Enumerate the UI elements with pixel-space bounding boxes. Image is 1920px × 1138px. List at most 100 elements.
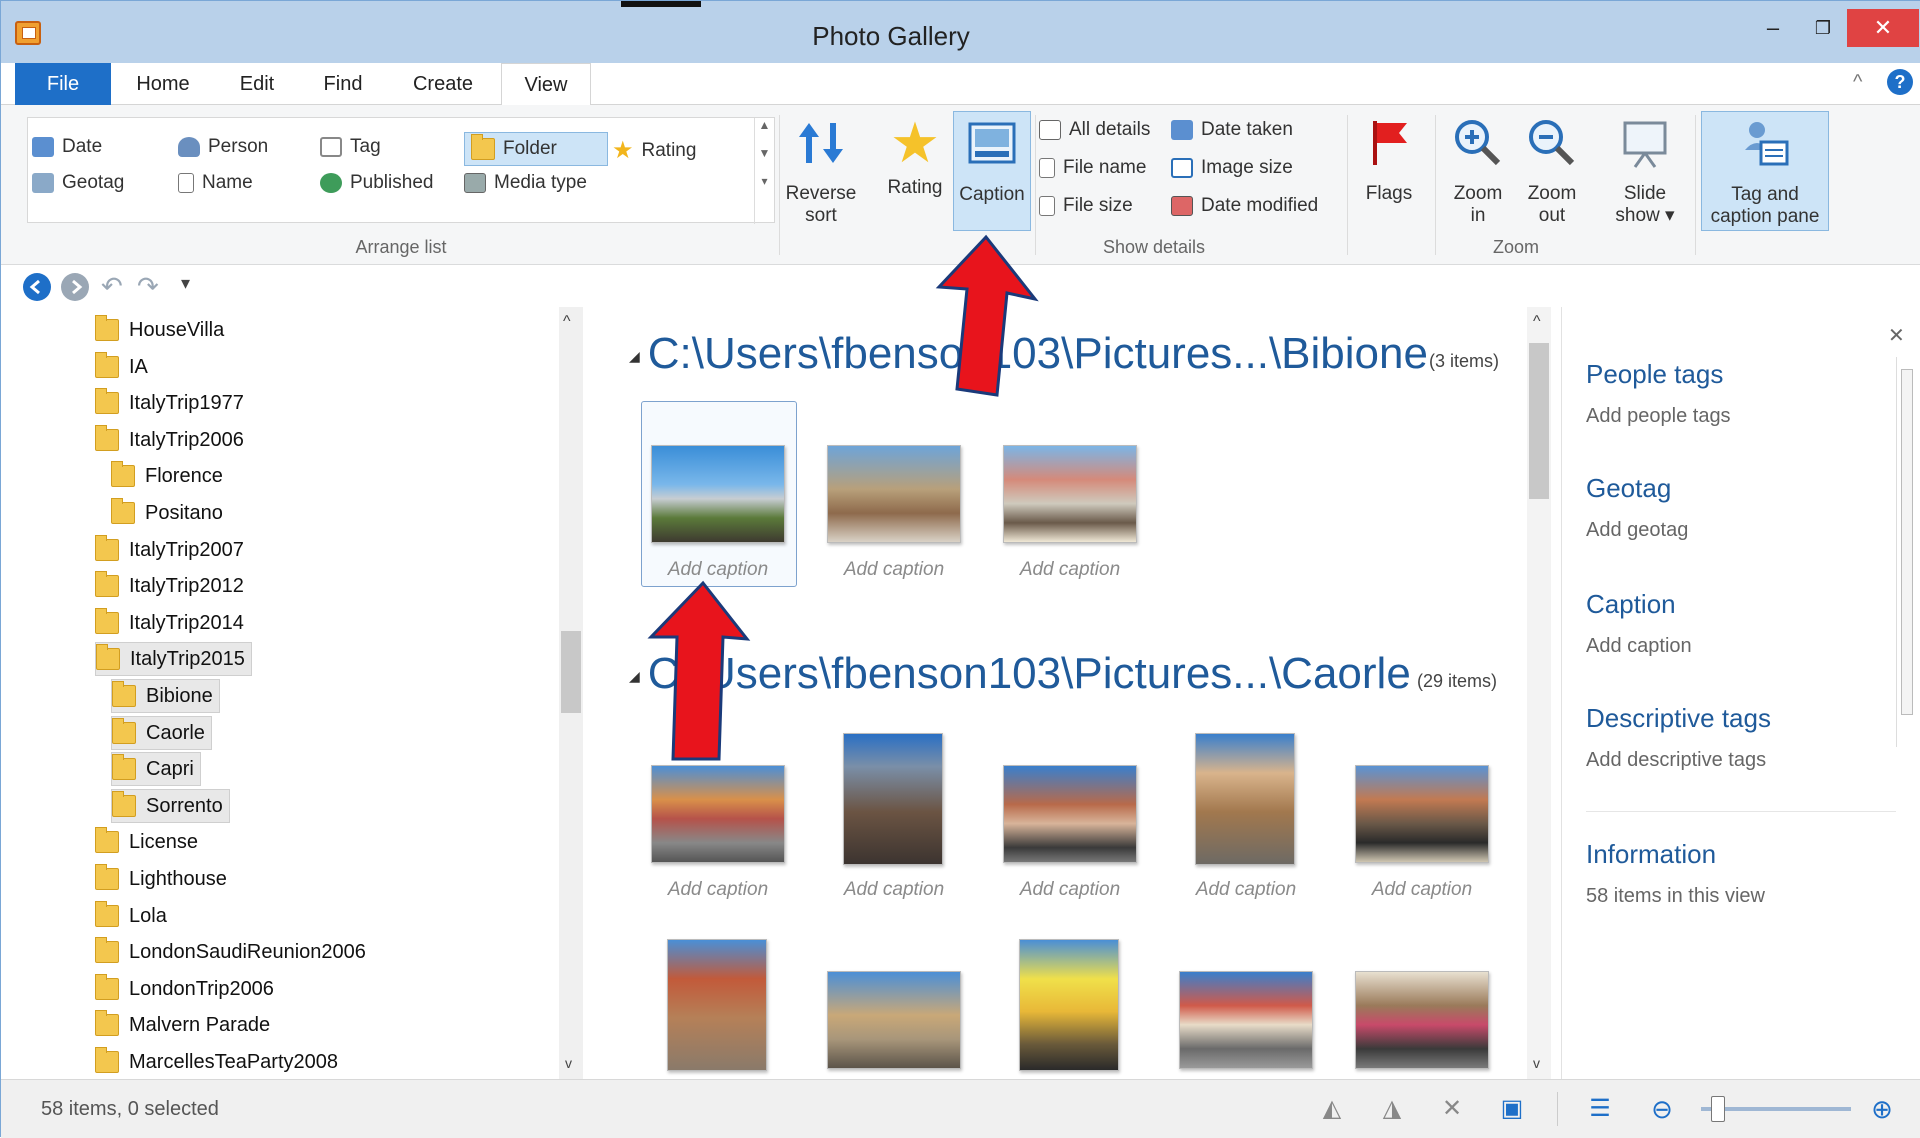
folder-item[interactable]: ItalyTrip2014: [95, 606, 250, 640]
pane-close-icon[interactable]: ✕: [1888, 323, 1905, 348]
collapse-triangle-icon[interactable]: ◢: [629, 668, 640, 685]
delete-icon[interactable]: ✕: [1437, 1094, 1467, 1124]
undo-icon[interactable]: ↶: [101, 271, 123, 302]
photo-thumbnail[interactable]: [1195, 733, 1295, 865]
folder-item[interactable]: IA: [95, 350, 154, 384]
arrange-folder[interactable]: Folder: [464, 132, 608, 166]
add-caption-link[interactable]: Add caption: [1586, 635, 1692, 658]
photo-thumbnail[interactable]: [827, 971, 961, 1069]
photo-thumbnail[interactable]: [1355, 971, 1489, 1069]
add-caption-text[interactable]: Add caption: [995, 879, 1145, 901]
rating-button[interactable]: ★ Rating: [879, 115, 951, 199]
folder-item[interactable]: ItalyTrip2006: [95, 423, 250, 457]
tag-and-caption-pane-button[interactable]: Tag and caption pane: [1701, 111, 1829, 231]
tab-file[interactable]: File: [15, 63, 111, 105]
rotate-left-icon[interactable]: ◭: [1317, 1094, 1347, 1124]
main-scroll-up-icon[interactable]: ^: [1533, 313, 1541, 331]
minimize-button[interactable]: –: [1747, 9, 1799, 47]
add-caption-text[interactable]: Add caption: [819, 879, 969, 901]
nav-scroll-thumb[interactable]: [561, 631, 581, 713]
arrange-name[interactable]: Name: [178, 172, 253, 194]
arrange-date[interactable]: Date: [32, 136, 102, 158]
main-scroll-down-icon[interactable]: v: [1533, 1055, 1540, 1071]
main-scroll-thumb[interactable]: [1529, 343, 1549, 499]
play-slide-show-icon[interactable]: ▣: [1497, 1094, 1527, 1124]
arrange-media-type[interactable]: Media type: [464, 172, 587, 194]
redo-icon[interactable]: ↷: [137, 271, 159, 302]
folder-item[interactable]: LondonSaudiReunion2006: [95, 935, 372, 969]
nav-scroll-up-icon[interactable]: ^: [563, 313, 571, 331]
folder-item[interactable]: Capri: [111, 752, 201, 787]
rotate-right-icon[interactable]: ◮: [1377, 1094, 1407, 1124]
folder-item[interactable]: ItalyTrip1977: [95, 386, 250, 420]
arrange-person[interactable]: Person: [178, 136, 268, 158]
folder-item[interactable]: License: [95, 825, 204, 859]
back-icon[interactable]: [23, 273, 51, 301]
main-scrollbar[interactable]: ^ v: [1527, 307, 1551, 1079]
photo-thumbnail[interactable]: [1179, 971, 1313, 1069]
detail-date-modified[interactable]: Date modified: [1171, 195, 1318, 217]
folder-item[interactable]: ItalyTrip2012: [95, 569, 250, 603]
add-geotag-link[interactable]: Add geotag: [1586, 519, 1688, 542]
folder-item[interactable]: LondonTrip2006: [95, 972, 280, 1006]
add-caption-text[interactable]: Add caption: [1347, 879, 1497, 901]
folder-item[interactable]: Florence: [111, 459, 229, 493]
photo-thumbnail[interactable]: [843, 733, 943, 865]
photo-thumbnail[interactable]: [651, 765, 785, 863]
add-caption-text[interactable]: Add caption: [819, 559, 969, 581]
photo-thumbnail[interactable]: [827, 445, 961, 543]
zoom-out-small-icon[interactable]: ⊖: [1647, 1094, 1677, 1124]
forward-icon[interactable]: [61, 273, 89, 301]
pane-scroll-thumb[interactable]: [1901, 369, 1913, 715]
folder-item[interactable]: ItalyTrip2007: [95, 533, 250, 567]
detail-file-size[interactable]: File size: [1039, 195, 1133, 217]
reverse-sort-button[interactable]: Reverse sort: [785, 117, 857, 227]
collapse-ribbon-icon[interactable]: ^: [1853, 71, 1862, 94]
detail-all-details[interactable]: All details: [1039, 119, 1150, 141]
arrange-published[interactable]: Published: [320, 172, 433, 194]
folder-item[interactable]: Caorle: [111, 715, 212, 750]
add-descriptive-tags-link[interactable]: Add descriptive tags: [1586, 749, 1766, 772]
photo-thumbnail[interactable]: [1355, 765, 1489, 863]
tab-create[interactable]: Create: [401, 63, 485, 105]
folder-item[interactable]: Positano: [111, 496, 229, 530]
folder-item[interactable]: Malvern Parade: [95, 1008, 276, 1042]
arrange-rating[interactable]: ★ Rating: [612, 136, 696, 165]
folder-item[interactable]: MarcellesTeaParty2008: [95, 1045, 344, 1079]
nav-scroll-down-icon[interactable]: v: [565, 1055, 572, 1071]
details-view-icon[interactable]: ☰: [1585, 1094, 1615, 1124]
add-caption-text[interactable]: Add caption: [1171, 879, 1321, 901]
help-icon[interactable]: ?: [1887, 69, 1913, 95]
photo-thumbnail[interactable]: [1003, 445, 1137, 543]
folder-item[interactable]: Lola: [95, 899, 173, 933]
add-caption-text[interactable]: Add caption: [995, 559, 1145, 581]
arrange-gallery-scroll[interactable]: ▲ ▼ ▾: [754, 118, 774, 224]
photo-thumbnail[interactable]: [1019, 939, 1119, 1071]
customize-toolbar-icon[interactable]: ▾: [181, 273, 190, 294]
detail-date-taken[interactable]: Date taken: [1171, 119, 1293, 141]
zoom-in-small-icon[interactable]: ⊕: [1867, 1094, 1897, 1124]
tab-view[interactable]: View: [501, 63, 591, 106]
slide-show-button[interactable]: Slide show ▾: [1607, 117, 1683, 227]
folder-item[interactable]: HouseVilla: [95, 313, 230, 347]
photo-thumbnail[interactable]: [1003, 765, 1137, 863]
nav-scrollbar[interactable]: ^ v: [559, 307, 583, 1079]
zoom-out-button[interactable]: Zoom out: [1515, 117, 1589, 227]
folder-item[interactable]: Lighthouse: [95, 862, 233, 896]
folder-item[interactable]: Bibione: [111, 679, 220, 713]
folder-item[interactable]: Sorrento: [111, 788, 230, 823]
zoom-in-button[interactable]: Zoom in: [1441, 117, 1515, 227]
add-people-tags-link[interactable]: Add people tags: [1586, 405, 1731, 428]
photo-thumbnail[interactable]: [667, 939, 767, 1071]
add-caption-text[interactable]: Add caption: [643, 559, 793, 581]
collapse-triangle-icon[interactable]: ◢: [629, 348, 640, 365]
zoom-slider-thumb[interactable]: [1711, 1096, 1725, 1122]
arrange-geotag[interactable]: Geotag: [32, 172, 124, 194]
detail-image-size[interactable]: Image size: [1171, 157, 1293, 179]
caption-button[interactable]: Caption: [953, 111, 1031, 231]
tab-home[interactable]: Home: [127, 63, 199, 105]
tab-find[interactable]: Find: [311, 63, 375, 105]
tab-edit[interactable]: Edit: [227, 63, 287, 105]
add-caption-text[interactable]: Add caption: [643, 879, 793, 901]
pane-scrollbar[interactable]: [1896, 357, 1916, 747]
